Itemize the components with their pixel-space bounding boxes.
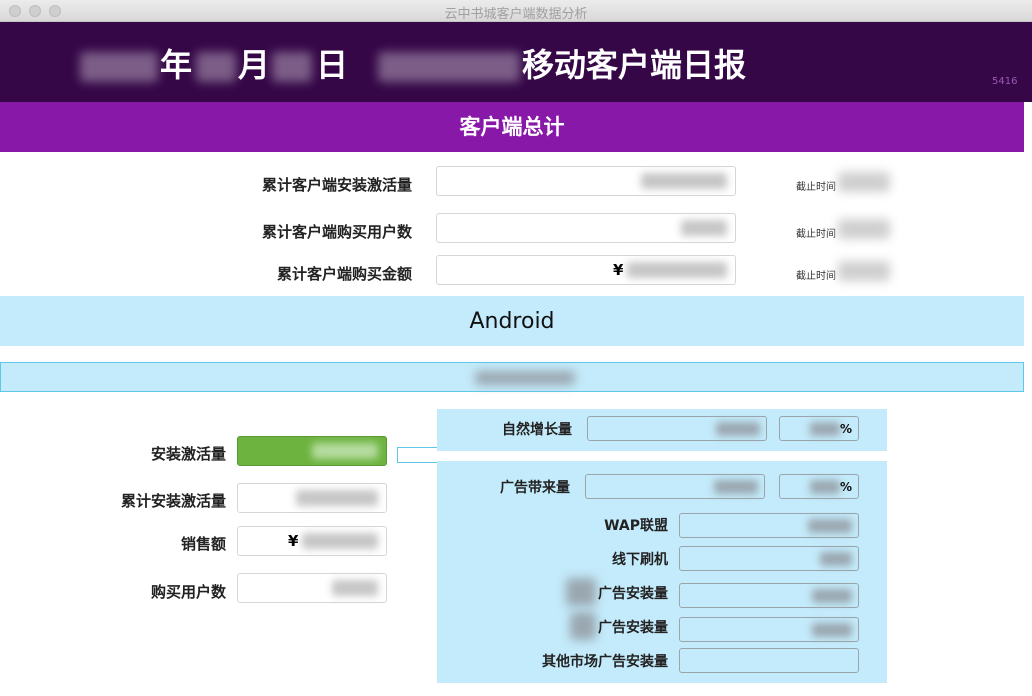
cutoff-time-redacted bbox=[838, 172, 890, 192]
percent-suffix: % bbox=[839, 422, 852, 436]
redacted-value bbox=[302, 533, 378, 549]
redacted-value bbox=[820, 552, 852, 566]
buyers-field[interactable] bbox=[237, 573, 387, 603]
total-buyers-cutoff-label: 截止时间 bbox=[796, 229, 836, 240]
panel-divider bbox=[437, 451, 887, 461]
cumulative-installs-field[interactable] bbox=[237, 483, 387, 513]
ad-source-label-3: 广告安装量 bbox=[598, 586, 668, 602]
total-amount-label: 累计客户端购买金额 bbox=[276, 265, 412, 283]
android-section-title: Android bbox=[0, 296, 1024, 346]
natural-growth-label: 自然增长量 bbox=[502, 422, 572, 438]
ad-volume-percent-field[interactable]: % bbox=[779, 474, 859, 499]
redacted-value bbox=[627, 262, 727, 278]
redacted-value bbox=[296, 490, 378, 506]
ad-source-field-offline[interactable] bbox=[679, 546, 859, 571]
ad-source-field-4[interactable] bbox=[679, 617, 859, 642]
total-buyers-label: 累计客户端购买用户数 bbox=[261, 223, 412, 241]
brand-name-redacted bbox=[378, 52, 520, 82]
window-title: 云中书城客户端数据分析 bbox=[444, 7, 588, 22]
redacted-value bbox=[716, 422, 760, 436]
installs-label: 安装激活量 bbox=[150, 445, 226, 463]
ad-source-label-offline: 线下刷机 bbox=[612, 552, 668, 568]
cutoff-time-redacted bbox=[838, 261, 890, 281]
day-value-redacted bbox=[272, 52, 312, 82]
header-code: 5416 bbox=[992, 76, 1018, 87]
currency-symbol: ¥ bbox=[288, 532, 299, 550]
ad-source-label-other: 其他市场广告安装量 bbox=[542, 654, 668, 670]
total-amount-field[interactable]: ¥ bbox=[436, 255, 736, 285]
subheader-redacted bbox=[475, 371, 575, 385]
ad-source-field-3[interactable] bbox=[679, 583, 859, 608]
window-title-bar: 云中书城客户端数据分析 bbox=[0, 0, 1032, 22]
redacted-value bbox=[681, 220, 727, 236]
redacted-value bbox=[312, 443, 378, 459]
sales-label: 销售额 bbox=[180, 535, 226, 553]
cutoff-time-redacted bbox=[838, 219, 890, 239]
ad-source-field-other[interactable] bbox=[679, 648, 859, 673]
ad-volume-field[interactable] bbox=[585, 474, 765, 499]
total-installs-label: 累计客户端安装激活量 bbox=[261, 176, 412, 194]
redacted-value bbox=[714, 480, 758, 494]
month-suffix: 月 bbox=[238, 46, 271, 84]
cumulative-installs-label: 累计安装激活量 bbox=[120, 492, 226, 510]
day-suffix: 日 bbox=[316, 46, 349, 84]
android-subheader bbox=[0, 362, 1024, 392]
year-suffix: 年 bbox=[160, 46, 193, 84]
report-title: 移动客户端日报 bbox=[522, 46, 747, 84]
ad-volume-label: 广告带来量 bbox=[500, 480, 570, 496]
total-amount-cutoff-label: 截止时间 bbox=[796, 271, 836, 282]
redacted-value bbox=[810, 480, 840, 494]
connector-line bbox=[397, 447, 437, 463]
natural-growth-percent-field[interactable]: % bbox=[779, 416, 859, 441]
ad-source-label-wap: WAP联盟 bbox=[604, 518, 668, 534]
natural-growth-field[interactable] bbox=[587, 416, 767, 441]
redacted-value bbox=[332, 580, 378, 596]
ad-source-label-4: 广告安装量 bbox=[598, 620, 668, 636]
total-buyers-field[interactable] bbox=[436, 213, 736, 243]
percent-suffix: % bbox=[839, 480, 852, 494]
redacted-value bbox=[812, 623, 852, 637]
year-value-redacted bbox=[80, 52, 158, 82]
sales-field[interactable]: ¥ bbox=[237, 526, 387, 556]
redacted-value bbox=[810, 422, 840, 436]
totals-section-title: 客户端总计 bbox=[0, 102, 1024, 152]
month-value-redacted bbox=[196, 52, 236, 82]
currency-symbol: ¥ bbox=[613, 261, 624, 279]
redacted-value bbox=[808, 519, 852, 533]
total-installs-field[interactable] bbox=[436, 166, 736, 196]
total-installs-cutoff-label: 截止时间 bbox=[796, 182, 836, 193]
buyers-label: 购买用户数 bbox=[150, 583, 226, 601]
report-header: 年 月 日 移动客户端日报 5416 bbox=[0, 22, 1032, 102]
installs-field[interactable] bbox=[237, 436, 387, 466]
ad-source-field-wap[interactable] bbox=[679, 513, 859, 538]
redacted-value bbox=[641, 173, 727, 189]
redacted-value bbox=[812, 589, 852, 603]
